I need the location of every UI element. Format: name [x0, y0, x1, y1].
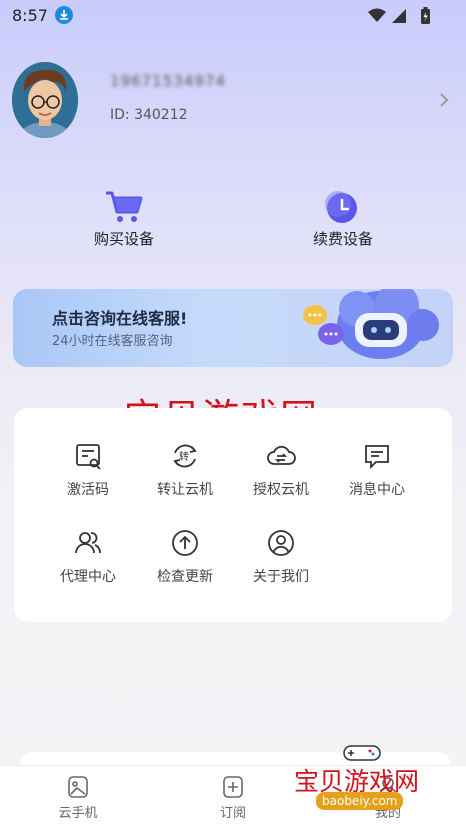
- about-us-button[interactable]: 关于我们: [231, 528, 331, 594]
- robot-mascot-icon: [303, 289, 439, 359]
- status-bar: 8:57: [0, 0, 466, 32]
- chevron-right-icon[interactable]: [438, 90, 450, 114]
- status-time: 8:57: [12, 6, 48, 25]
- watermark-logo: 宝贝游戏网 baobeiy.com: [294, 742, 466, 822]
- agent-center-button[interactable]: 代理中心: [38, 528, 138, 594]
- clock-icon: [323, 188, 363, 224]
- svg-text:转: 转: [179, 450, 189, 463]
- watermark-url: baobeiy.com: [316, 792, 404, 810]
- message-center-label: 消息中心: [349, 482, 405, 498]
- cloud-authorize-icon: [266, 441, 296, 471]
- signal-icon: [392, 9, 406, 23]
- username: 19671534974: [110, 72, 226, 90]
- wifi-icon: [368, 8, 386, 22]
- agent-icon: [73, 528, 103, 558]
- transfer-icon: 转: [170, 441, 200, 471]
- message-center-button[interactable]: 消息中心: [327, 441, 427, 507]
- tab-cloud-phone[interactable]: 云手机: [28, 774, 128, 821]
- tab-subscribe-label: 订阅: [219, 806, 246, 821]
- check-update-label: 检查更新: [157, 569, 213, 585]
- download-icon: [55, 6, 73, 24]
- about-us-label: 关于我们: [253, 569, 309, 585]
- check-update-button[interactable]: 检查更新: [135, 528, 235, 594]
- banner-subtitle: 24小时在线客服咨询: [52, 334, 173, 349]
- message-icon: [362, 441, 392, 471]
- tab-cloud-phone-label: 云手机: [58, 806, 98, 821]
- tab-subscribe[interactable]: 订阅: [183, 774, 283, 821]
- agent-center-label: 代理中心: [60, 569, 116, 585]
- update-icon: [170, 528, 200, 558]
- transfer-cloud-label: 转让云机: [157, 482, 213, 498]
- activation-code-icon: [73, 441, 103, 471]
- system-icons: [368, 7, 430, 24]
- authorize-cloud-button[interactable]: 授权云机: [231, 441, 331, 507]
- buy-device-label: 购买设备: [93, 230, 154, 248]
- buy-device-button[interactable]: 购买设备: [64, 188, 184, 250]
- renew-device-button[interactable]: 续费设备: [283, 188, 403, 250]
- banner-title: 点击咨询在线客服!: [52, 309, 188, 328]
- user-id: ID: 340212: [110, 107, 188, 123]
- customer-service-banner[interactable]: 点击咨询在线客服! 24小时在线客服咨询: [13, 289, 453, 367]
- gamepad-icon: [343, 745, 381, 761]
- subscribe-icon: [220, 774, 246, 800]
- renew-device-label: 续费设备: [312, 230, 373, 248]
- features-card: 激活码 转 转让云机 授权云机 消息中心 代理中心 检查更新 关于我们: [14, 408, 452, 622]
- cloud-phone-icon: [65, 774, 91, 800]
- cart-icon: [104, 188, 144, 224]
- authorize-cloud-label: 授权云机: [253, 482, 309, 498]
- avatar[interactable]: [12, 62, 78, 138]
- activation-code-button[interactable]: 激活码: [38, 441, 138, 507]
- about-icon: [266, 528, 296, 558]
- activation-code-label: 激活码: [67, 482, 109, 498]
- transfer-cloud-button[interactable]: 转 转让云机: [135, 441, 235, 507]
